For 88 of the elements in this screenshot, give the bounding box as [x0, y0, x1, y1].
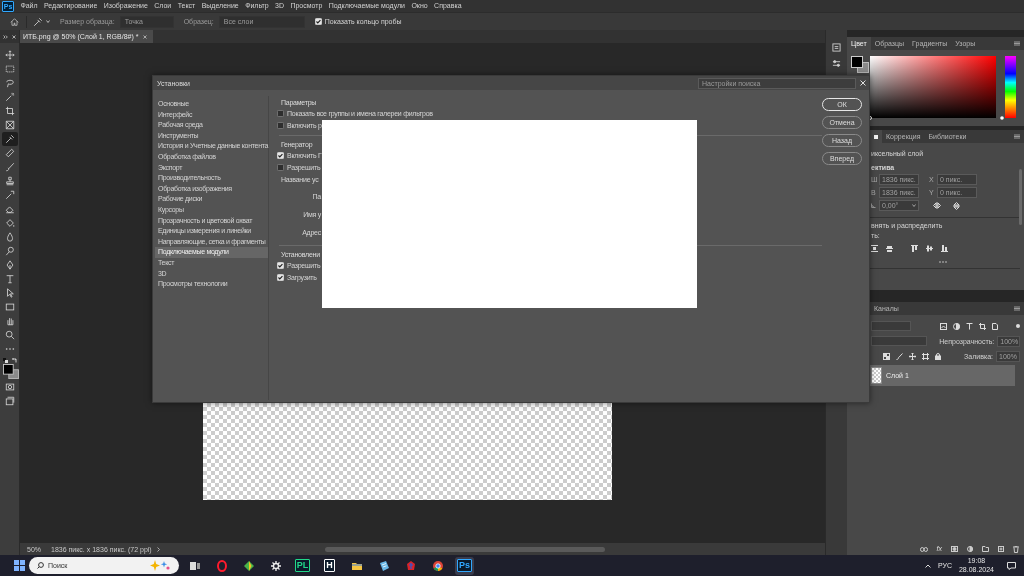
caret-icon[interactable]	[46, 20, 50, 23]
task-view-icon	[188, 559, 201, 572]
image-icon[interactable]	[940, 322, 947, 330]
diagonal-arrow-icon	[4, 190, 15, 200]
checkbox[interactable]	[277, 121, 284, 129]
zoom-icon	[4, 330, 15, 340]
vertical-scrollbar[interactable]	[1019, 169, 1022, 225]
list-icon[interactable]	[832, 43, 841, 52]
half-circle-icon[interactable]	[953, 322, 960, 330]
flip-horizontal-icon[interactable]	[933, 202, 941, 209]
lock-icon[interactable]	[935, 352, 941, 360]
color-swatches-icon[interactable]	[2, 364, 19, 379]
checkerboard-icon[interactable]	[883, 352, 890, 360]
horizontal-scrollbar[interactable]	[324, 546, 605, 552]
paddle-icon	[4, 246, 15, 256]
frame-icon	[4, 120, 15, 130]
color-swatches-icon[interactable]	[851, 56, 869, 73]
hand-icon	[4, 316, 15, 326]
notepad-icon	[377, 559, 390, 572]
caret-icon[interactable]	[912, 204, 916, 207]
crop-icon	[4, 106, 15, 116]
page-icon[interactable]	[992, 322, 998, 330]
taskbar-app-button[interactable]: H	[320, 556, 339, 575]
windows-logo-icon[interactable]	[14, 560, 25, 571]
panel-tab[interactable]	[870, 130, 882, 143]
ring-icon	[215, 559, 228, 572]
slider-thumb-icon[interactable]	[1000, 116, 1004, 120]
checkbox[interactable]	[277, 163, 284, 171]
move-icon	[4, 50, 15, 60]
lasso-icon	[4, 78, 15, 88]
home-icon[interactable]	[10, 17, 19, 26]
gem-icon	[242, 559, 255, 572]
move-icon[interactable]	[909, 352, 916, 360]
plus-square-icon[interactable]	[998, 546, 1004, 552]
align-icon[interactable]	[926, 245, 933, 252]
magic-wand-icon	[4, 92, 15, 102]
rectangle-icon	[4, 302, 15, 312]
filter-field[interactable]	[871, 321, 911, 331]
align-icon[interactable]	[886, 245, 893, 252]
brush-icon[interactable]	[896, 352, 903, 360]
pen-nib-icon	[4, 260, 15, 270]
arrow-cursor-icon	[4, 288, 15, 298]
pentagon-emblem-icon	[404, 559, 417, 572]
default-colors-icon[interactable]	[2, 358, 8, 363]
app-icon-label: H	[324, 559, 335, 572]
search-icon	[37, 562, 44, 569]
chevron-icon[interactable]	[156, 546, 160, 552]
sparkle-icon	[149, 560, 171, 571]
grid-frame-icon[interactable]	[922, 352, 929, 360]
folder-icon[interactable]	[982, 546, 989, 552]
sliders-icon[interactable]	[832, 59, 841, 68]
tool-button[interactable]	[1, 132, 18, 146]
eyedropper-icon	[4, 134, 15, 144]
gear-icon	[269, 559, 282, 572]
eyedropper-icon[interactable]	[33, 16, 43, 27]
layer-thumbnail	[871, 367, 882, 384]
swap-colors-icon[interactable]	[11, 358, 17, 363]
double-chevron-icon[interactable]	[3, 34, 8, 39]
drop-icon	[4, 232, 15, 242]
angle-icon	[871, 203, 876, 208]
checkbox[interactable]	[277, 109, 284, 117]
close-icon[interactable]	[12, 34, 16, 39]
color-field[interactable]	[870, 56, 996, 118]
paint-bucket-icon	[4, 218, 15, 228]
align-icon[interactable]	[871, 245, 878, 252]
screen-mode-icon	[4, 396, 15, 406]
quick-mask-icon	[4, 382, 15, 392]
type-icon[interactable]	[966, 322, 973, 330]
dashed-rectangle-icon	[4, 64, 15, 74]
type-icon	[4, 274, 15, 284]
eraser-icon	[4, 204, 15, 214]
checkbox[interactable]	[314, 18, 322, 25]
align-icon[interactable]	[941, 245, 948, 252]
brush-icon	[4, 162, 15, 172]
link-icon[interactable]	[919, 546, 928, 552]
stamp-icon	[4, 176, 15, 186]
align-icon[interactable]	[911, 245, 918, 252]
crop-icon[interactable]	[979, 322, 986, 330]
half-circle-icon[interactable]	[967, 546, 973, 552]
browser-icon	[431, 559, 444, 572]
notification-icon[interactable]	[1007, 561, 1016, 570]
mask-icon[interactable]	[951, 546, 958, 552]
close-icon[interactable]	[143, 34, 148, 39]
trash-icon[interactable]	[1013, 545, 1019, 553]
toggle-dot-icon[interactable]	[1016, 324, 1020, 328]
flip-vertical-icon[interactable]	[953, 201, 960, 210]
bandage-icon	[4, 148, 15, 158]
chevron-up-icon[interactable]	[924, 563, 931, 568]
